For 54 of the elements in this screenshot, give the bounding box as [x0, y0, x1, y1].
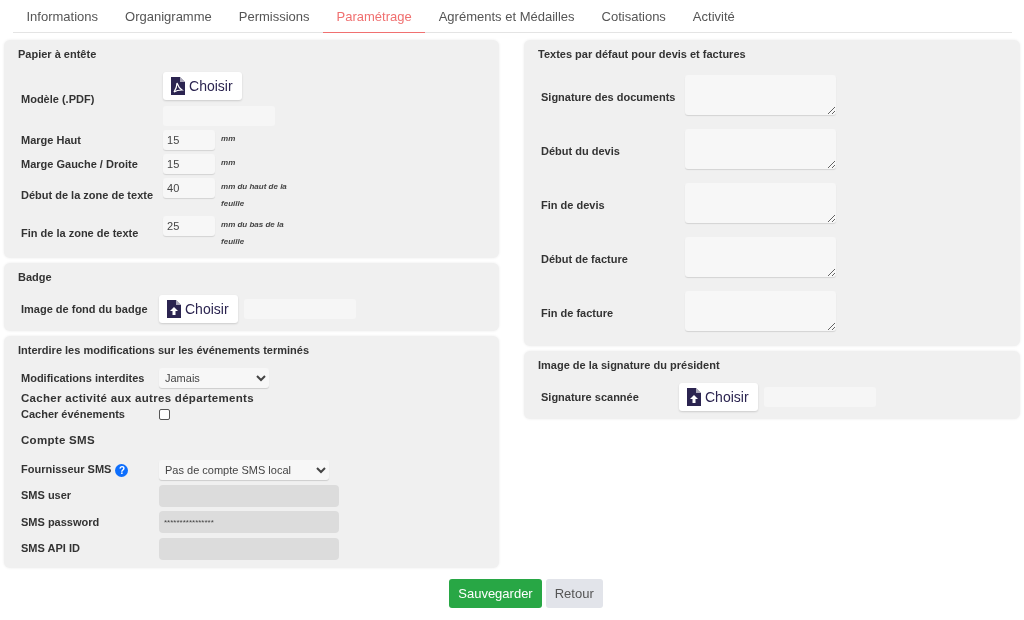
field-label: SMS user [21, 489, 73, 502]
tab[interactable]: Organigramme [111, 0, 226, 33]
choose-file-button[interactable]: Choisir [163, 72, 242, 100]
text-area[interactable] [685, 75, 837, 115]
field-label: Fin de facture [541, 307, 615, 319]
text-area[interactable] [685, 291, 837, 331]
file-upload-icon [167, 300, 181, 318]
field-label: Début de facture [541, 253, 629, 265]
panel-title: Interdire les modifications sur les événements terminés [18, 344, 310, 356]
field-label: Signature scannée [541, 391, 640, 403]
number-input[interactable]: 15 [163, 154, 216, 174]
help-icon[interactable]: ? [115, 463, 129, 477]
dropdown[interactable]: Pas de compte SMS local [159, 460, 329, 480]
number-input[interactable]: 40 [163, 178, 216, 198]
dropdown[interactable]: Jamais [159, 368, 269, 388]
field-label: Image de fond du badge [21, 303, 149, 315]
field-label: Cacher événements [21, 408, 126, 420]
field-label: Début de la zone de texte [21, 189, 154, 201]
checkbox[interactable] [159, 408, 170, 420]
tab[interactable]: Cotisations [588, 0, 680, 33]
section-heading: Cacher activité aux autres départements [21, 392, 255, 404]
unit-label: mm [221, 157, 237, 169]
text-area[interactable] [685, 183, 837, 223]
tab[interactable]: Informations [13, 0, 112, 33]
file-upload-icon [687, 388, 701, 406]
field-label: Marge Gauche / Droite [21, 158, 139, 170]
panel-title: Image de la signature du président [538, 359, 721, 371]
panel-title: Textes par défaut pour devis et factures [538, 48, 747, 60]
field-label: Fournisseur SMS [21, 463, 112, 476]
field-label: SMS API ID [21, 542, 81, 555]
text-area[interactable] [685, 129, 837, 169]
field-label: Signature des documents [541, 91, 676, 103]
field-label: Fin de devis [541, 199, 606, 211]
field-label: Début du devis [541, 145, 621, 157]
field-label: Fin de la zone de texte [21, 227, 140, 239]
unit-label: mm [221, 133, 237, 145]
choose-file-button[interactable]: Choisir [159, 295, 238, 323]
panel-title: Papier à entête [18, 48, 98, 60]
number-input[interactable]: 15 [163, 130, 216, 150]
panel-title: Badge [18, 271, 53, 283]
text-area[interactable] [685, 237, 837, 277]
number-input[interactable]: 25 [163, 216, 216, 236]
pdf-file-icon [171, 77, 186, 95]
tab[interactable]: Agréments et Médailles [425, 0, 589, 33]
section-heading: Compte SMS [21, 434, 96, 446]
field-label: Marge Haut [21, 134, 82, 146]
field-label: Modèle (.PDF) [21, 93, 96, 105]
choose-file-button[interactable]: Choisir [679, 383, 758, 411]
unit-label: mm du bas de la feuille [221, 219, 285, 248]
field-label: SMS password [21, 515, 101, 528]
back-button[interactable]: Retour [545, 578, 603, 608]
tab[interactable]: Activité [679, 0, 749, 33]
field-label: Modifications interdites [21, 372, 146, 384]
tab[interactable]: Permissions [225, 0, 324, 33]
